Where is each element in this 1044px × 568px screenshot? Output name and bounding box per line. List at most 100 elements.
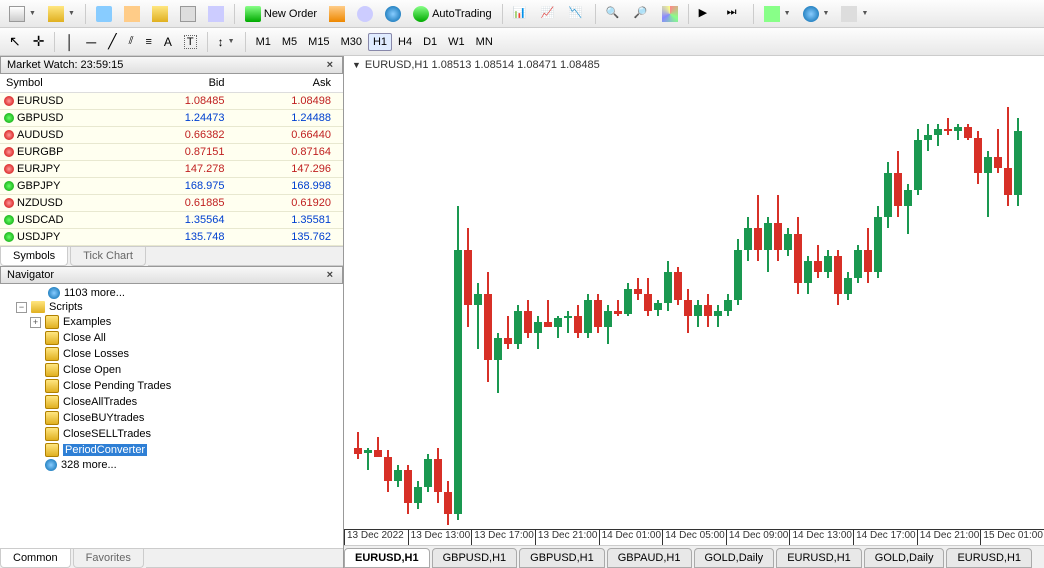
market-watch-title: Market Watch: 23:59:15 <box>7 59 123 71</box>
marketwatch-button[interactable] <box>119 3 145 25</box>
tree-script-item[interactable]: PeriodConverter <box>0 442 343 458</box>
shift-button[interactable]: ▶ <box>694 3 720 25</box>
period-H1[interactable]: H1 <box>368 33 392 51</box>
crosshair-button[interactable]: ✛ <box>28 30 50 53</box>
new-file-button[interactable]: ▼ <box>4 3 41 25</box>
market-watch-row[interactable]: AUDUSD0.663820.66440 <box>0 127 343 144</box>
tree-script-item[interactable]: +Examples <box>0 314 343 330</box>
chart-tab[interactable]: EURUSD,H1 <box>946 548 1032 568</box>
bar-chart-button[interactable]: 📊 <box>508 3 534 25</box>
chart-title: EURUSD,H1 1.08513 1.08514 1.08471 1.0848… <box>365 59 600 71</box>
channel-button[interactable]: ⫽ <box>124 32 139 51</box>
market-watch-row[interactable]: EURJPY147.278147.296 <box>0 161 343 178</box>
direction-icon <box>4 198 14 208</box>
chart-area[interactable]: ▼ EURUSD,H1 1.08513 1.08514 1.08471 1.08… <box>344 56 1044 568</box>
period-M5[interactable]: M5 <box>277 33 302 51</box>
chart-tab[interactable]: GOLD,Daily <box>694 548 775 568</box>
tree-scripts[interactable]: −Scripts <box>0 300 343 314</box>
cursor-button[interactable]: ↖ <box>4 30 26 53</box>
market-watch-row[interactable]: USDJPY135.748135.762 <box>0 229 343 246</box>
candle-chart-button[interactable]: 📈 <box>536 3 562 25</box>
xtick: 14 Dec 17:00 <box>853 530 917 545</box>
indicators-button[interactable]: ▼ <box>759 3 796 25</box>
script-icon <box>45 363 59 377</box>
vps-button[interactable] <box>380 3 406 25</box>
market-watch-close-icon[interactable]: × <box>324 59 336 71</box>
period-H4[interactable]: H4 <box>393 33 417 51</box>
period-MN[interactable]: MN <box>471 33 498 51</box>
market-watch-tab[interactable]: Tick Chart <box>70 247 146 266</box>
market-watch-header: Symbol Bid Ask <box>0 74 343 93</box>
new-order-button[interactable]: New Order <box>240 3 322 25</box>
tree-more-bottom[interactable]: 328 more... <box>0 458 343 472</box>
xtick: 14 Dec 05:00 <box>662 530 726 545</box>
navigator-button[interactable] <box>147 3 173 25</box>
period-W1[interactable]: W1 <box>443 33 470 51</box>
xtick: 14 Dec 01:00 <box>599 530 663 545</box>
market-watch-tab[interactable]: Symbols <box>0 247 68 266</box>
tree-script-item[interactable]: Close Open <box>0 362 343 378</box>
autotrading-button[interactable]: AutoTrading <box>408 3 497 25</box>
chart-tab[interactable]: EURUSD,H1 <box>344 548 430 568</box>
tree-script-item[interactable]: CloseSELLTrades <box>0 426 343 442</box>
line-chart-button[interactable]: 📉 <box>564 3 590 25</box>
market-watch-row[interactable]: USDCAD1.355641.35581 <box>0 212 343 229</box>
market-watch-row[interactable]: EURGBP0.871510.87164 <box>0 144 343 161</box>
chart-tab[interactable]: EURUSD,H1 <box>776 548 862 568</box>
chart-xaxis: 13 Dec 202213 Dec 13:0013 Dec 17:0013 De… <box>344 529 1044 545</box>
tree-script-item[interactable]: CloseBUYtrades <box>0 410 343 426</box>
tree-script-item[interactable]: Close Pending Trades <box>0 378 343 394</box>
xtick: 13 Dec 2022 <box>344 530 408 545</box>
profile-button[interactable] <box>91 3 117 25</box>
chart-canvas[interactable] <box>344 74 1044 529</box>
period-D1[interactable]: D1 <box>418 33 442 51</box>
period-M1[interactable]: M1 <box>251 33 276 51</box>
script-icon <box>45 395 59 409</box>
textlabel-button[interactable]: T <box>179 32 202 52</box>
chart-tab[interactable]: GOLD,Daily <box>864 548 945 568</box>
chart-tab[interactable]: GBPUSD,H1 <box>432 548 518 568</box>
zoom-out-button[interactable]: 🔎 <box>629 3 655 25</box>
drawing-toolbar: ↖ ✛ │ ─ ╱ ⫽ ≡ A T ↕▼ M1M5M15M30H1H4D1W1M… <box>0 28 1044 56</box>
tester-button[interactable] <box>203 3 229 25</box>
navigator-tab[interactable]: Favorites <box>73 549 144 568</box>
navigator-tab[interactable]: Common <box>0 549 71 568</box>
market-watch-row[interactable]: EURUSD1.084851.08498 <box>0 93 343 110</box>
direction-icon <box>4 130 14 140</box>
chart-dropdown-icon[interactable]: ▼ <box>352 60 361 70</box>
market-watch-row[interactable]: GBPUSD1.244731.24488 <box>0 110 343 127</box>
text-button[interactable]: A <box>159 32 177 52</box>
arrows-button[interactable]: ↕▼ <box>213 32 240 52</box>
expand-icon[interactable]: + <box>30 317 41 328</box>
tree-more-top[interactable]: 1103 more... <box>0 286 343 300</box>
direction-icon <box>4 147 14 157</box>
period-M15[interactable]: M15 <box>303 33 334 51</box>
vline-button[interactable]: │ <box>60 31 79 53</box>
tree-script-item[interactable]: Close Losses <box>0 346 343 362</box>
fibo-button[interactable]: ≡ <box>140 33 156 51</box>
signals-button[interactable] <box>352 3 378 25</box>
period-M30[interactable]: M30 <box>336 33 367 51</box>
terminal-button[interactable] <box>175 3 201 25</box>
tree-script-item[interactable]: CloseAllTrades <box>0 394 343 410</box>
periods-button[interactable]: ▼ <box>798 3 835 25</box>
chart-tab[interactable]: GBPUSD,H1 <box>519 548 605 568</box>
open-button[interactable]: ▼ <box>43 3 80 25</box>
script-icon <box>45 347 59 361</box>
tile-button[interactable] <box>657 3 683 25</box>
navigator-close-icon[interactable]: × <box>324 269 336 281</box>
script-icon <box>45 379 59 393</box>
tree-script-item[interactable]: Close All <box>0 330 343 346</box>
direction-icon <box>4 113 14 123</box>
templates-button[interactable]: ▼ <box>836 3 873 25</box>
chart-tab[interactable]: GBPAUD,H1 <box>607 548 692 568</box>
collapse-icon[interactable]: − <box>16 302 27 313</box>
autoscroll-button[interactable]: ⏭ <box>722 3 748 25</box>
market-watch-row[interactable]: GBPJPY168.975168.998 <box>0 178 343 195</box>
hline-button[interactable]: ─ <box>81 31 101 53</box>
zoom-in-button[interactable]: 🔍 <box>601 3 627 25</box>
metaquotes-button[interactable] <box>324 3 350 25</box>
xtick: 13 Dec 21:00 <box>535 530 599 545</box>
market-watch-row[interactable]: NZDUSD0.618850.61920 <box>0 195 343 212</box>
trendline-button[interactable]: ╱ <box>103 30 121 53</box>
